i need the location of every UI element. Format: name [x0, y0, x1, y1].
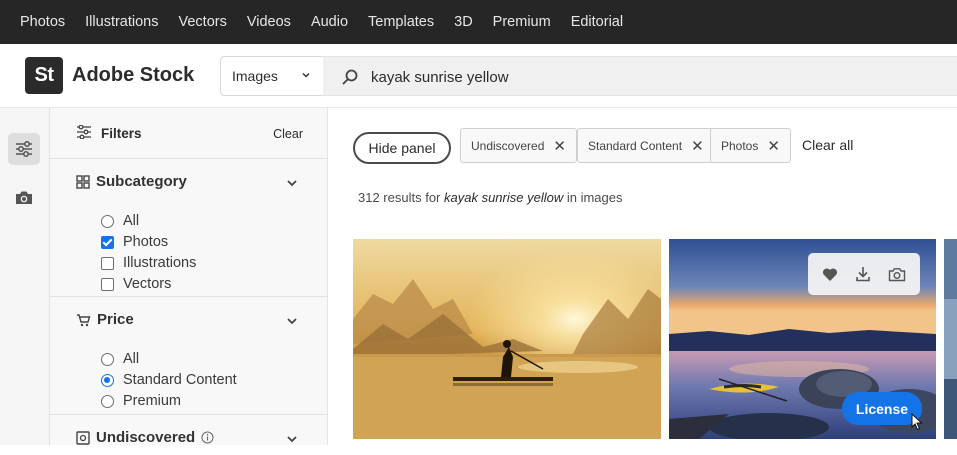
chevron-down-icon[interactable]: [286, 315, 298, 327]
subcategory-header[interactable]: Subcategory: [76, 173, 187, 190]
radio-button[interactable]: [101, 214, 114, 228]
price-header[interactable]: Price: [76, 311, 134, 328]
chevron-down-icon[interactable]: [286, 433, 298, 445]
nav-vectors[interactable]: Vectors: [179, 14, 227, 30]
undiscovered-header[interactable]: Undiscovered: [76, 429, 214, 446]
nav-editorial[interactable]: Editorial: [571, 14, 623, 30]
sunrise-raft-photo: [353, 239, 661, 439]
results-suffix: in images: [566, 190, 623, 205]
nav-3d[interactable]: 3D: [454, 14, 473, 30]
undiscovered-title: Undiscovered: [96, 429, 196, 446]
option-label: Illustrations: [123, 255, 197, 271]
top-navigation: Photos Illustrations Vectors Videos Audi…: [0, 0, 957, 44]
info-icon[interactable]: [201, 431, 214, 444]
filters-title: Filters: [101, 126, 142, 141]
visual-search-rail-button[interactable]: [8, 181, 40, 213]
results-count: 312 results for: [358, 190, 441, 205]
license-button[interactable]: License: [842, 392, 922, 425]
filters-clear-button[interactable]: Clear: [273, 127, 303, 141]
radio-button[interactable]: [101, 394, 114, 408]
option-label: All: [123, 213, 140, 229]
header: St Adobe Stock Images: [0, 44, 957, 108]
search-bar: [323, 56, 957, 96]
left-rail: [0, 108, 50, 445]
subcategory-option-photos[interactable]: Photos: [101, 234, 168, 250]
heart-icon[interactable]: [822, 267, 838, 282]
results-query: kayak sunrise yellow: [444, 190, 564, 205]
checkbox-checked[interactable]: [101, 235, 114, 249]
filter-panel: Filters Clear Subcategory All Photos Ill…: [50, 108, 328, 446]
adobe-stock-logo[interactable]: St: [25, 57, 63, 94]
camera-icon: [16, 191, 32, 204]
filters-icon: [77, 125, 91, 139]
grid-icon: [76, 174, 90, 189]
result-image-1[interactable]: [353, 239, 661, 439]
filter-chip-undiscovered[interactable]: Undiscovered ✕: [460, 128, 577, 163]
search-icon[interactable]: [341, 68, 359, 86]
nav-photos[interactable]: Photos: [20, 14, 65, 30]
chevron-down-icon: [302, 72, 310, 78]
nav-templates[interactable]: Templates: [368, 14, 434, 30]
results-area: Hide panel Undiscovered ✕ Standard Conten…: [329, 108, 957, 445]
image-action-bar: [808, 253, 920, 295]
price-option-premium[interactable]: Premium: [101, 393, 181, 409]
checkbox[interactable]: [101, 256, 114, 270]
subcategory-title: Subcategory: [96, 173, 187, 190]
close-icon[interactable]: ✕: [553, 137, 566, 155]
filters-header: Filters Clear: [50, 108, 328, 159]
hide-panel-button[interactable]: Hide panel: [353, 132, 451, 164]
nav-illustrations[interactable]: Illustrations: [85, 14, 158, 30]
option-label: All: [123, 351, 140, 367]
chip-label: Undiscovered: [471, 138, 545, 153]
checkbox[interactable]: [101, 277, 114, 291]
filters-rail-button[interactable]: [8, 133, 40, 165]
search-type-select[interactable]: Images: [220, 56, 324, 96]
sliders-icon: [16, 141, 32, 157]
undiscovered-section: Undiscovered: [50, 415, 328, 455]
cart-icon: [76, 313, 91, 327]
radio-button-selected[interactable]: [101, 373, 114, 387]
clear-all-button[interactable]: Clear all: [802, 137, 853, 153]
chip-label: Standard Content: [588, 138, 683, 153]
result-image-2[interactable]: License: [669, 239, 936, 439]
subcategory-option-all[interactable]: All: [101, 213, 139, 229]
partial-photo: [944, 239, 957, 439]
subcategory-section: Subcategory All Photos Illustrations Vec…: [50, 159, 328, 297]
subcategory-option-vectors[interactable]: Vectors: [101, 276, 171, 292]
price-option-all[interactable]: All: [101, 351, 139, 367]
filter-chip-photos[interactable]: Photos ✕: [710, 128, 791, 163]
logo-text[interactable]: Adobe Stock: [72, 64, 194, 87]
price-title: Price: [97, 311, 134, 328]
option-label: Photos: [123, 234, 169, 250]
subcategory-option-illustrations[interactable]: Illustrations: [101, 255, 196, 271]
chip-label: Photos: [721, 138, 759, 153]
chevron-down-icon[interactable]: [286, 177, 298, 189]
option-label: Premium: [123, 393, 182, 409]
nav-audio[interactable]: Audio: [311, 14, 348, 30]
price-section: Price All Standard Content Premium: [50, 297, 328, 415]
results-summary: 312 results for kayak sunrise yellow in …: [358, 190, 622, 205]
mouse-cursor-icon: [911, 413, 923, 431]
undiscovered-icon: [76, 430, 90, 445]
close-icon[interactable]: ✕: [767, 137, 780, 155]
search-type-label: Images: [232, 68, 278, 84]
close-icon[interactable]: ✕: [691, 137, 704, 155]
price-option-standard-content[interactable]: Standard Content: [101, 372, 237, 388]
result-image-3[interactable]: [944, 239, 957, 439]
filter-chip-standard-content[interactable]: Standard Content ✕: [577, 128, 715, 163]
download-icon[interactable]: [855, 266, 871, 282]
find-similar-icon[interactable]: [888, 267, 906, 282]
nav-premium[interactable]: Premium: [493, 14, 551, 30]
search-input[interactable]: [371, 65, 931, 89]
nav-videos[interactable]: Videos: [247, 14, 291, 30]
option-label: Standard Content: [123, 372, 237, 388]
radio-button[interactable]: [101, 352, 114, 366]
option-label: Vectors: [123, 276, 172, 292]
